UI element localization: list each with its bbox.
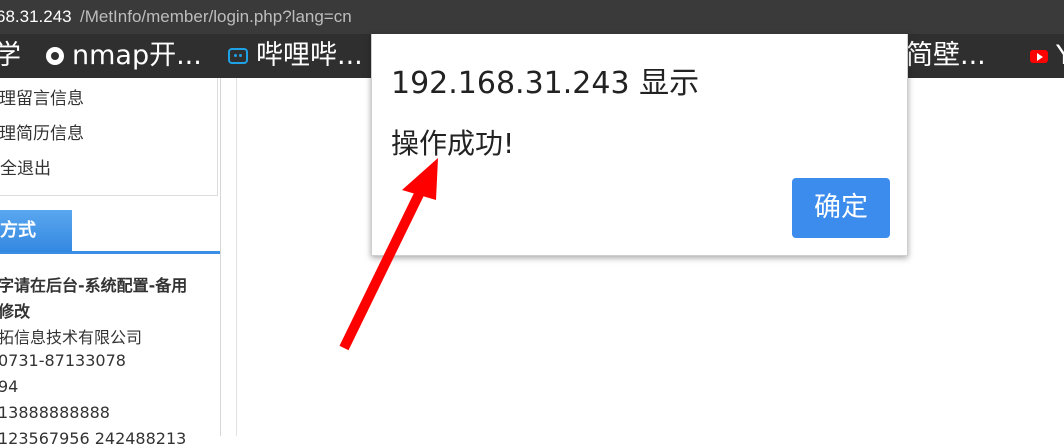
bookmark-label: 学 [0, 40, 21, 71]
menu-item-messages[interactable]: 理留言信息 [0, 84, 84, 110]
dialog-title: 192.168.31.243 显示 [391, 66, 700, 101]
bilibili-icon [228, 48, 248, 64]
contact-note: 字请在后台-系统配置-备用 [0, 276, 188, 295]
contact-company: 拓信息技术有限公司 [0, 328, 143, 347]
menu-item-resumes[interactable]: 理简历信息 [0, 119, 84, 145]
contact-fax: 94 [0, 377, 19, 396]
bookmark-bilibili[interactable]: 哔哩哔... [228, 34, 363, 78]
member-menu: 理留言信息 理简历信息 安全退出 [0, 78, 218, 196]
content-divider [236, 78, 237, 436]
bookmark-youtube[interactable]: Y [1030, 34, 1064, 78]
alert-dialog: 192.168.31.243 显示 操作成功! 确定 [371, 34, 908, 256]
bookmark-wallpaper[interactable]: 简壁... [906, 34, 986, 78]
menu-item-logout[interactable]: 安全退出 [0, 154, 51, 180]
address-bar[interactable]: 68.31.243 /MetInfo/member/login.php?lang… [0, 0, 1064, 34]
bookmark-label: 哔哩哔... [256, 40, 363, 71]
tab-contact-label: 联系方式 [0, 220, 36, 241]
contact-phone: 0731-87133078 [0, 351, 126, 370]
address-path: /MetInfo/member/login.php?lang=cn [80, 7, 352, 26]
sidebar: 理留言信息 理简历信息 安全退出 联系方式 字请在后台-系统配置-备用 修改 拓… [0, 78, 221, 448]
tab-contact[interactable]: 联系方式 [0, 210, 72, 252]
contact-note-cont: 修改 [0, 302, 31, 321]
globe-icon [46, 47, 64, 65]
bookmark-item[interactable]: 学 [0, 34, 21, 78]
bookmark-nmap[interactable]: nmap开... [46, 34, 202, 78]
address-host: 68.31.243 [0, 7, 72, 26]
youtube-icon [1030, 49, 1048, 63]
bookmark-label: 简壁... [906, 40, 986, 71]
bookmark-label: Y [1056, 34, 1064, 78]
ok-button[interactable]: 确定 [792, 178, 890, 238]
annotation-arrow-icon [339, 158, 438, 351]
contact-mobile: 13888888888 [0, 403, 110, 422]
bookmark-label: nmap开... [72, 40, 202, 71]
contact-tab-bar: 联系方式 [0, 210, 220, 254]
contact-qq: 123567956 242488213 [0, 429, 187, 448]
